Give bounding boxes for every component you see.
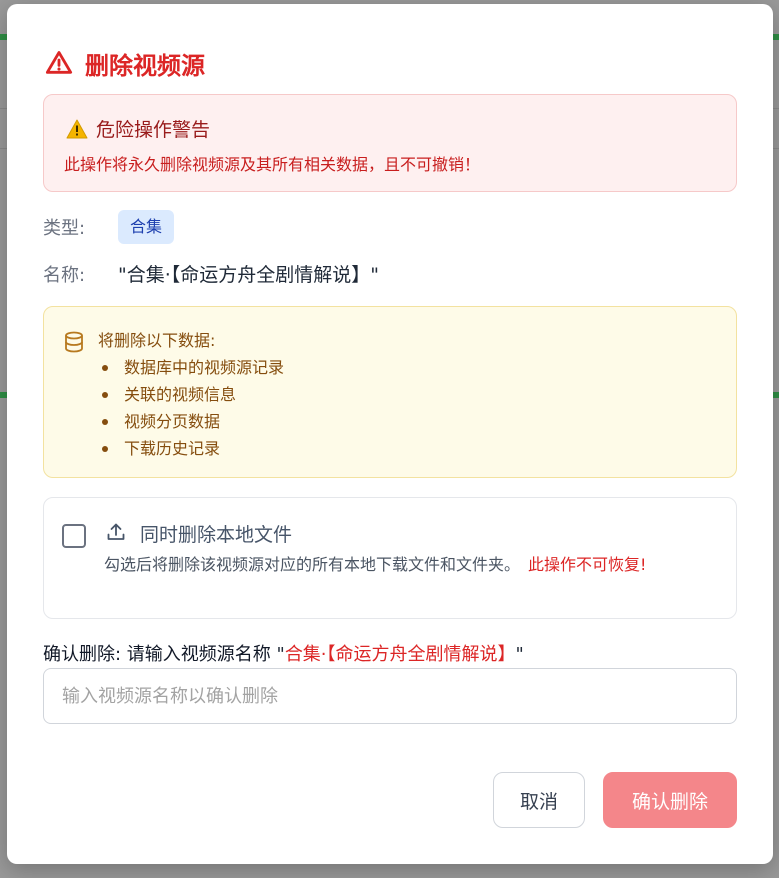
description-text: 勾选后将删除该视频源对应的所有本地下载文件和文件夹。 xyxy=(104,555,521,574)
danger-warning-box: 危险操作警告 此操作将永久删除视频源及其所有相关数据，且不可撤销！ xyxy=(43,94,737,192)
bullet-icon xyxy=(102,419,108,425)
deleted-data-list: 数据库中的视频源记录 关联的视频信息 视频分页数据 下载历史记录 xyxy=(100,354,284,462)
list-item: 视频分页数据 xyxy=(100,408,284,435)
dialog-header: 删除视频源 xyxy=(45,46,205,80)
dialog-title: 删除视频源 xyxy=(85,51,205,80)
danger-warning-header: 危险操作警告 xyxy=(66,115,210,142)
name-label: 名称: xyxy=(43,264,86,286)
delete-local-files-option: 同时删除本地文件 勾选后将删除该视频源对应的所有本地下载文件和文件夹。 此操作不可… xyxy=(43,497,737,619)
confirm-name-input[interactable] xyxy=(43,668,737,724)
quote-close: " xyxy=(515,644,524,665)
danger-warning-text: 此操作将永久删除视频源及其所有相关数据，且不可撤销！ xyxy=(64,155,481,174)
delete-local-files-description: 勾选后将删除该视频源对应的所有本地下载文件和文件夹。 此操作不可恢复! xyxy=(104,554,704,576)
warning-emoji-icon xyxy=(66,119,88,138)
confirm-instruction: 确认删除: 请输入视频源名称 "合集·【命运方舟全剧情解说】" xyxy=(43,640,524,666)
delete-local-files-title: 同时删除本地文件 xyxy=(140,524,293,546)
list-item: 关联的视频信息 xyxy=(100,381,284,408)
delete-local-files-checkbox[interactable] xyxy=(62,524,86,548)
list-item: 数据库中的视频源记录 xyxy=(100,354,284,381)
type-badge: 合集 xyxy=(118,210,175,244)
irreversible-warning: 此操作不可恢复! xyxy=(528,555,647,574)
upload-icon xyxy=(107,523,125,540)
source-type-row: 类型: 合集 xyxy=(43,210,175,244)
alert-triangle-icon xyxy=(45,51,73,74)
deleted-data-info-box: 将删除以下数据: 数据库中的视频源记录 关联的视频信息 视频分页数据 下载历史记… xyxy=(43,306,737,478)
confirm-instruction-text: 确认删除: 请输入视频源名称 xyxy=(43,644,271,665)
list-item-text: 关联的视频信息 xyxy=(124,385,237,404)
quote-open: " xyxy=(276,644,285,665)
list-item-text: 视频分页数据 xyxy=(124,412,221,431)
source-name-value: "合集·【命运方舟全剧情解说】" xyxy=(118,264,380,286)
danger-warning-title: 危险操作警告 xyxy=(96,119,211,141)
list-item-text: 下载历史记录 xyxy=(124,439,221,458)
list-item: 下载历史记录 xyxy=(100,435,284,462)
delete-source-dialog: 删除视频源 危险操作警告 此操作将永久删除视频源及其所有相关数据，且不可撤销！ … xyxy=(7,4,773,864)
deleted-data-title: 将删除以下数据: xyxy=(98,331,216,350)
cancel-button[interactable]: 取消 xyxy=(493,772,585,828)
confirm-delete-button[interactable]: 确认删除 xyxy=(603,772,737,828)
list-item-text: 数据库中的视频源记录 xyxy=(124,358,285,377)
bullet-icon xyxy=(102,365,108,371)
bullet-icon xyxy=(102,392,108,398)
bullet-icon xyxy=(102,446,108,452)
database-icon xyxy=(65,331,83,353)
type-label: 类型: xyxy=(43,218,86,239)
confirm-source-name: 合集·【命运方舟全剧情解说】 xyxy=(284,644,516,665)
source-name-row: 名称: "合集·【命运方舟全剧情解说】" xyxy=(43,260,379,287)
